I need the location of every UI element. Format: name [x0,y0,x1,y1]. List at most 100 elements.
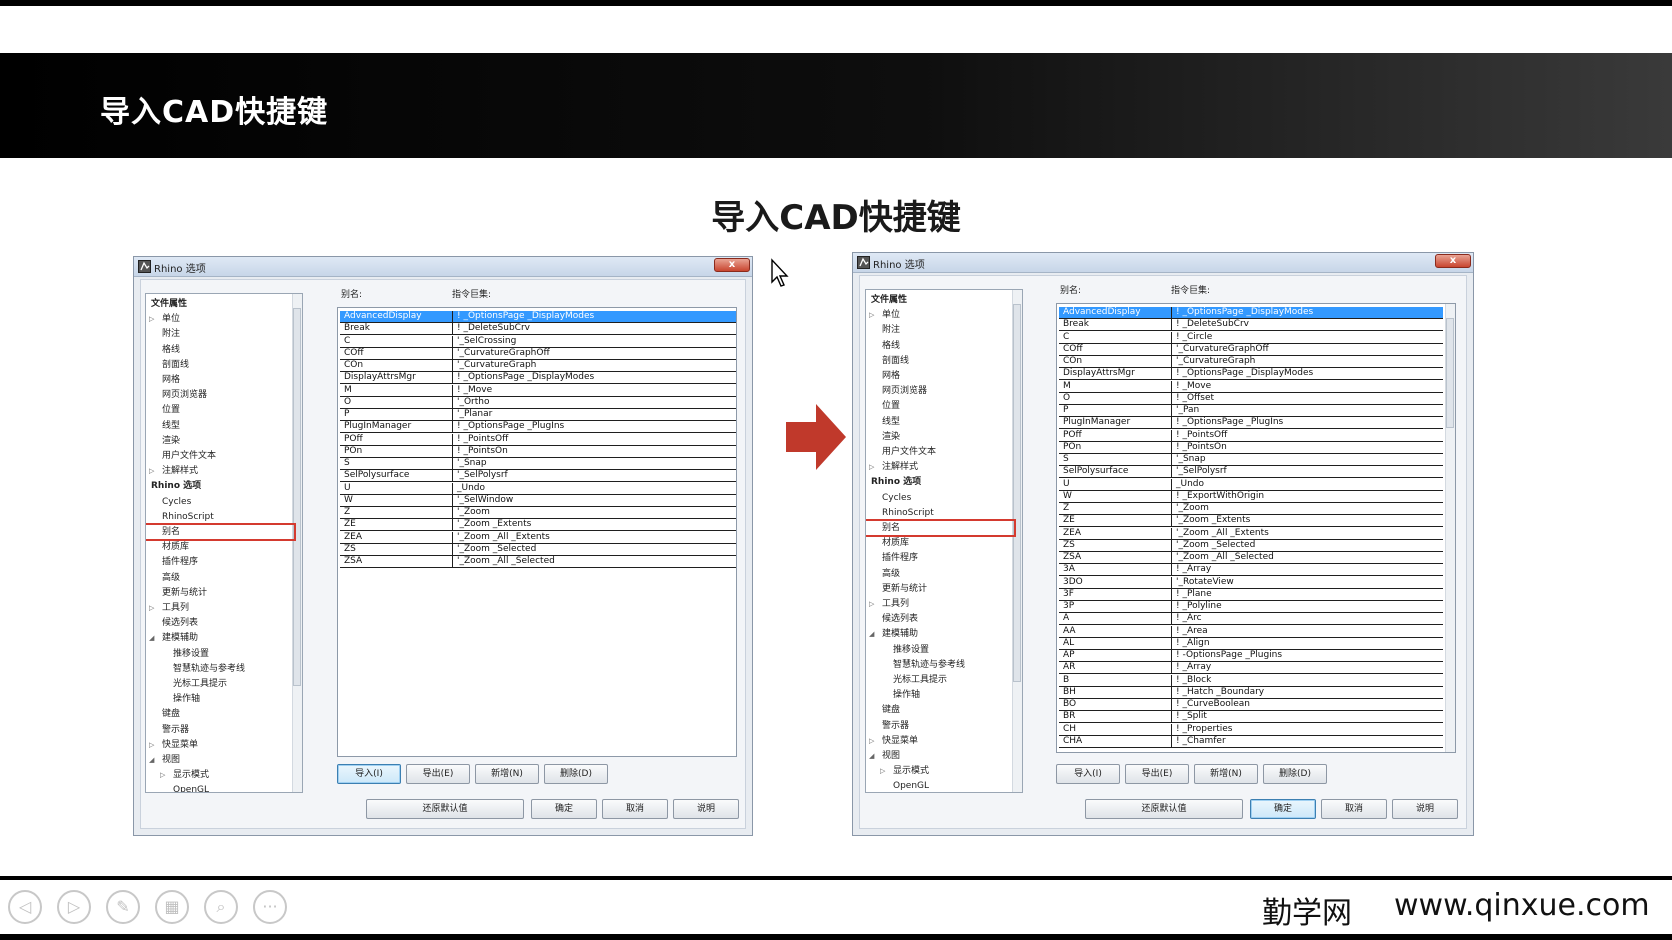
tree-item[interactable]: 位置 [162,404,180,416]
tree-item[interactable]: 工具列 [162,602,189,614]
table-row[interactable]: COff '_CurvatureGraphOff [1059,343,1443,356]
tree-item[interactable]: 用户文件文本 [882,446,936,458]
table-row[interactable]: DisplayAttrsMgr ! _OptionsPage _DisplayMo… [340,372,736,385]
ok-button[interactable]: 确定 [1250,799,1316,819]
tree-scroll-thumb[interactable] [1013,304,1021,682]
close-button[interactable]: x [714,258,750,272]
zoom-icon[interactable]: ⌕ [204,890,238,924]
table-row[interactable]: P '_Planar [340,409,736,421]
tree-expand-icon[interactable]: ▷ [149,741,154,749]
tree-item[interactable]: 剖面线 [162,359,189,371]
table-row[interactable]: ZEA '_Zoom _All _Extents [340,531,736,544]
export-button[interactable]: 导出(E) [406,764,470,784]
table-row[interactable]: B ! _Block [1059,674,1443,687]
tree-item[interactable]: 光标工具提示 [173,678,227,690]
tree-item[interactable]: 材质库 [882,537,909,549]
pen-icon[interactable]: ✎ [106,890,140,924]
table-row[interactable]: AA ! _Area [1059,625,1443,638]
delete-button[interactable]: 删除(D) [544,764,608,784]
table-row[interactable]: S '_Snap [340,458,736,470]
table-row[interactable]: CHA ! _Chamfer [1059,735,1443,748]
table-row[interactable]: O ! _Offset [1059,392,1443,405]
import-button[interactable]: 导入(I) [1056,764,1120,784]
table-row[interactable]: AdvancedDisplay ! _OptionsPage _DisplayMo… [1059,307,1443,319]
tree-expand-icon[interactable]: ▷ [869,463,874,471]
table-row[interactable]: P '_Pan [1059,405,1443,417]
tree-expand-icon[interactable]: ▷ [869,737,874,745]
tree-item[interactable]: 位置 [882,400,900,412]
tree-item[interactable]: 文件属性 [151,298,187,310]
tree-item[interactable]: 用户文件文本 [162,450,216,462]
table-row[interactable]: U _Undo [340,482,736,495]
table-row[interactable]: U _Undo [1059,478,1443,491]
tree-item[interactable]: Rhino 选项 [151,480,201,492]
close-button[interactable]: x [1435,254,1471,268]
tree-item[interactable]: 格线 [882,340,900,352]
table-row[interactable]: Break ! _DeleteSubCrv [340,323,736,336]
table-row[interactable]: Z '_Zoom [1059,503,1443,515]
table-row[interactable]: C '_SelCrossing [340,335,736,348]
brand-url[interactable]: www.qinxue.com [1394,888,1650,923]
tree-item[interactable]: 插件程序 [882,552,918,564]
table-row[interactable]: Z '_Zoom [340,507,736,519]
table-row[interactable]: AL ! _Align [1059,637,1443,650]
tree-item[interactable]: 视图 [162,754,180,766]
tree-item[interactable]: 附注 [162,328,180,340]
slides-icon[interactable]: ▦ [155,890,189,924]
table-row[interactable]: S '_Snap [1059,454,1443,466]
export-button[interactable]: 导出(E) [1125,764,1189,784]
tree-item[interactable]: OpenGL [893,780,929,792]
restore-defaults-button[interactable]: 还原默认值 [366,799,524,819]
tree-item[interactable]: 快显菜单 [882,735,918,747]
table-row[interactable]: M ! _Move [340,384,736,397]
tree-item[interactable]: 文件属性 [871,294,907,306]
tree-item[interactable]: 显示模式 [893,765,929,777]
table-row[interactable]: 3DO '_RotateView [1059,576,1443,589]
tree-item[interactable]: 建模辅助 [882,628,918,640]
tree-item[interactable]: 单位 [882,309,900,321]
tree-item[interactable]: RhinoScript [162,511,214,523]
table-row[interactable]: A ! _Arc [1059,613,1443,626]
table-scroll-thumb[interactable] [1446,318,1454,428]
table-row[interactable]: COn '_CurvatureGraph [1059,356,1443,368]
tree-item[interactable]: OpenGL [173,784,209,792]
cancel-button[interactable]: 取消 [602,799,668,819]
tree-item[interactable]: 更新与统计 [882,583,927,595]
table-row[interactable]: PlugInManager ! _OptionsPage _PlugIns [1059,417,1443,430]
tree-expand-icon[interactable]: ▷ [160,771,165,779]
tree-item[interactable]: 智慧轨迹与参考线 [173,663,245,675]
table-row[interactable]: BO ! _CurveBoolean [1059,699,1443,711]
tree-item[interactable]: 渲染 [162,435,180,447]
tree-item[interactable]: 剖面线 [882,355,909,367]
table-row[interactable]: ZE '_Zoom _Extents [340,519,736,532]
table-row[interactable]: ZSA '_Zoom _All _Selected [340,556,736,568]
table-row[interactable]: POn ! _PointsOn [1059,441,1443,454]
tree-item[interactable]: 快显菜单 [162,739,198,751]
tree-item[interactable]: 警示器 [162,724,189,736]
options-tree[interactable]: 文件属性 ▷ 单位 附注 格线 剖面线 网格 网页浏览器 位置 线型 渲染 用户文件文本 ▷ 注解样式 Rh… [145,293,303,793]
alias-table[interactable]: AdvancedDisplay ! _OptionsPage _DisplayMo… [337,307,737,757]
tree-item[interactable]: 插件程序 [162,556,198,568]
table-row[interactable]: POn ! _PointsOn [340,445,736,458]
tree-expand-icon[interactable]: ▷ [869,600,874,608]
tree-item[interactable]: 键盘 [162,708,180,720]
delete-button[interactable]: 删除(D) [1263,764,1327,784]
table-row[interactable]: SelPolysurface '_SelPolysrf [340,470,736,483]
new-button[interactable]: 新增(N) [475,764,539,784]
table-row[interactable]: AR ! _Array [1059,662,1443,675]
table-row[interactable]: AP ! -OptionsPage _Plugins [1059,650,1443,662]
table-row[interactable]: ZSA '_Zoom _All _Selected [1059,552,1443,564]
table-row[interactable]: 3P ! _Polyline [1059,601,1443,613]
tree-item[interactable]: 工具列 [882,598,909,610]
table-row[interactable]: COn '_CurvatureGraph [340,360,736,372]
tree-item[interactable]: 操作轴 [893,689,920,701]
table-row[interactable]: C ! _Circle [1059,331,1443,344]
table-row[interactable]: W ! _ExportWithOrigin [1059,490,1443,503]
tree-item[interactable]: 键盘 [882,704,900,716]
table-row[interactable]: BH ! _Hatch _Boundary [1059,686,1443,699]
table-row[interactable]: ZEA '_Zoom _All _Extents [1059,527,1443,540]
table-row[interactable]: SelPolysurface '_SelPolysrf [1059,466,1443,479]
tree-item[interactable]: 建模辅助 [162,632,198,644]
table-row[interactable]: 3F ! _Plane [1059,588,1443,601]
dialog-titlebar[interactable]: Rhino 选项 x [134,257,752,277]
